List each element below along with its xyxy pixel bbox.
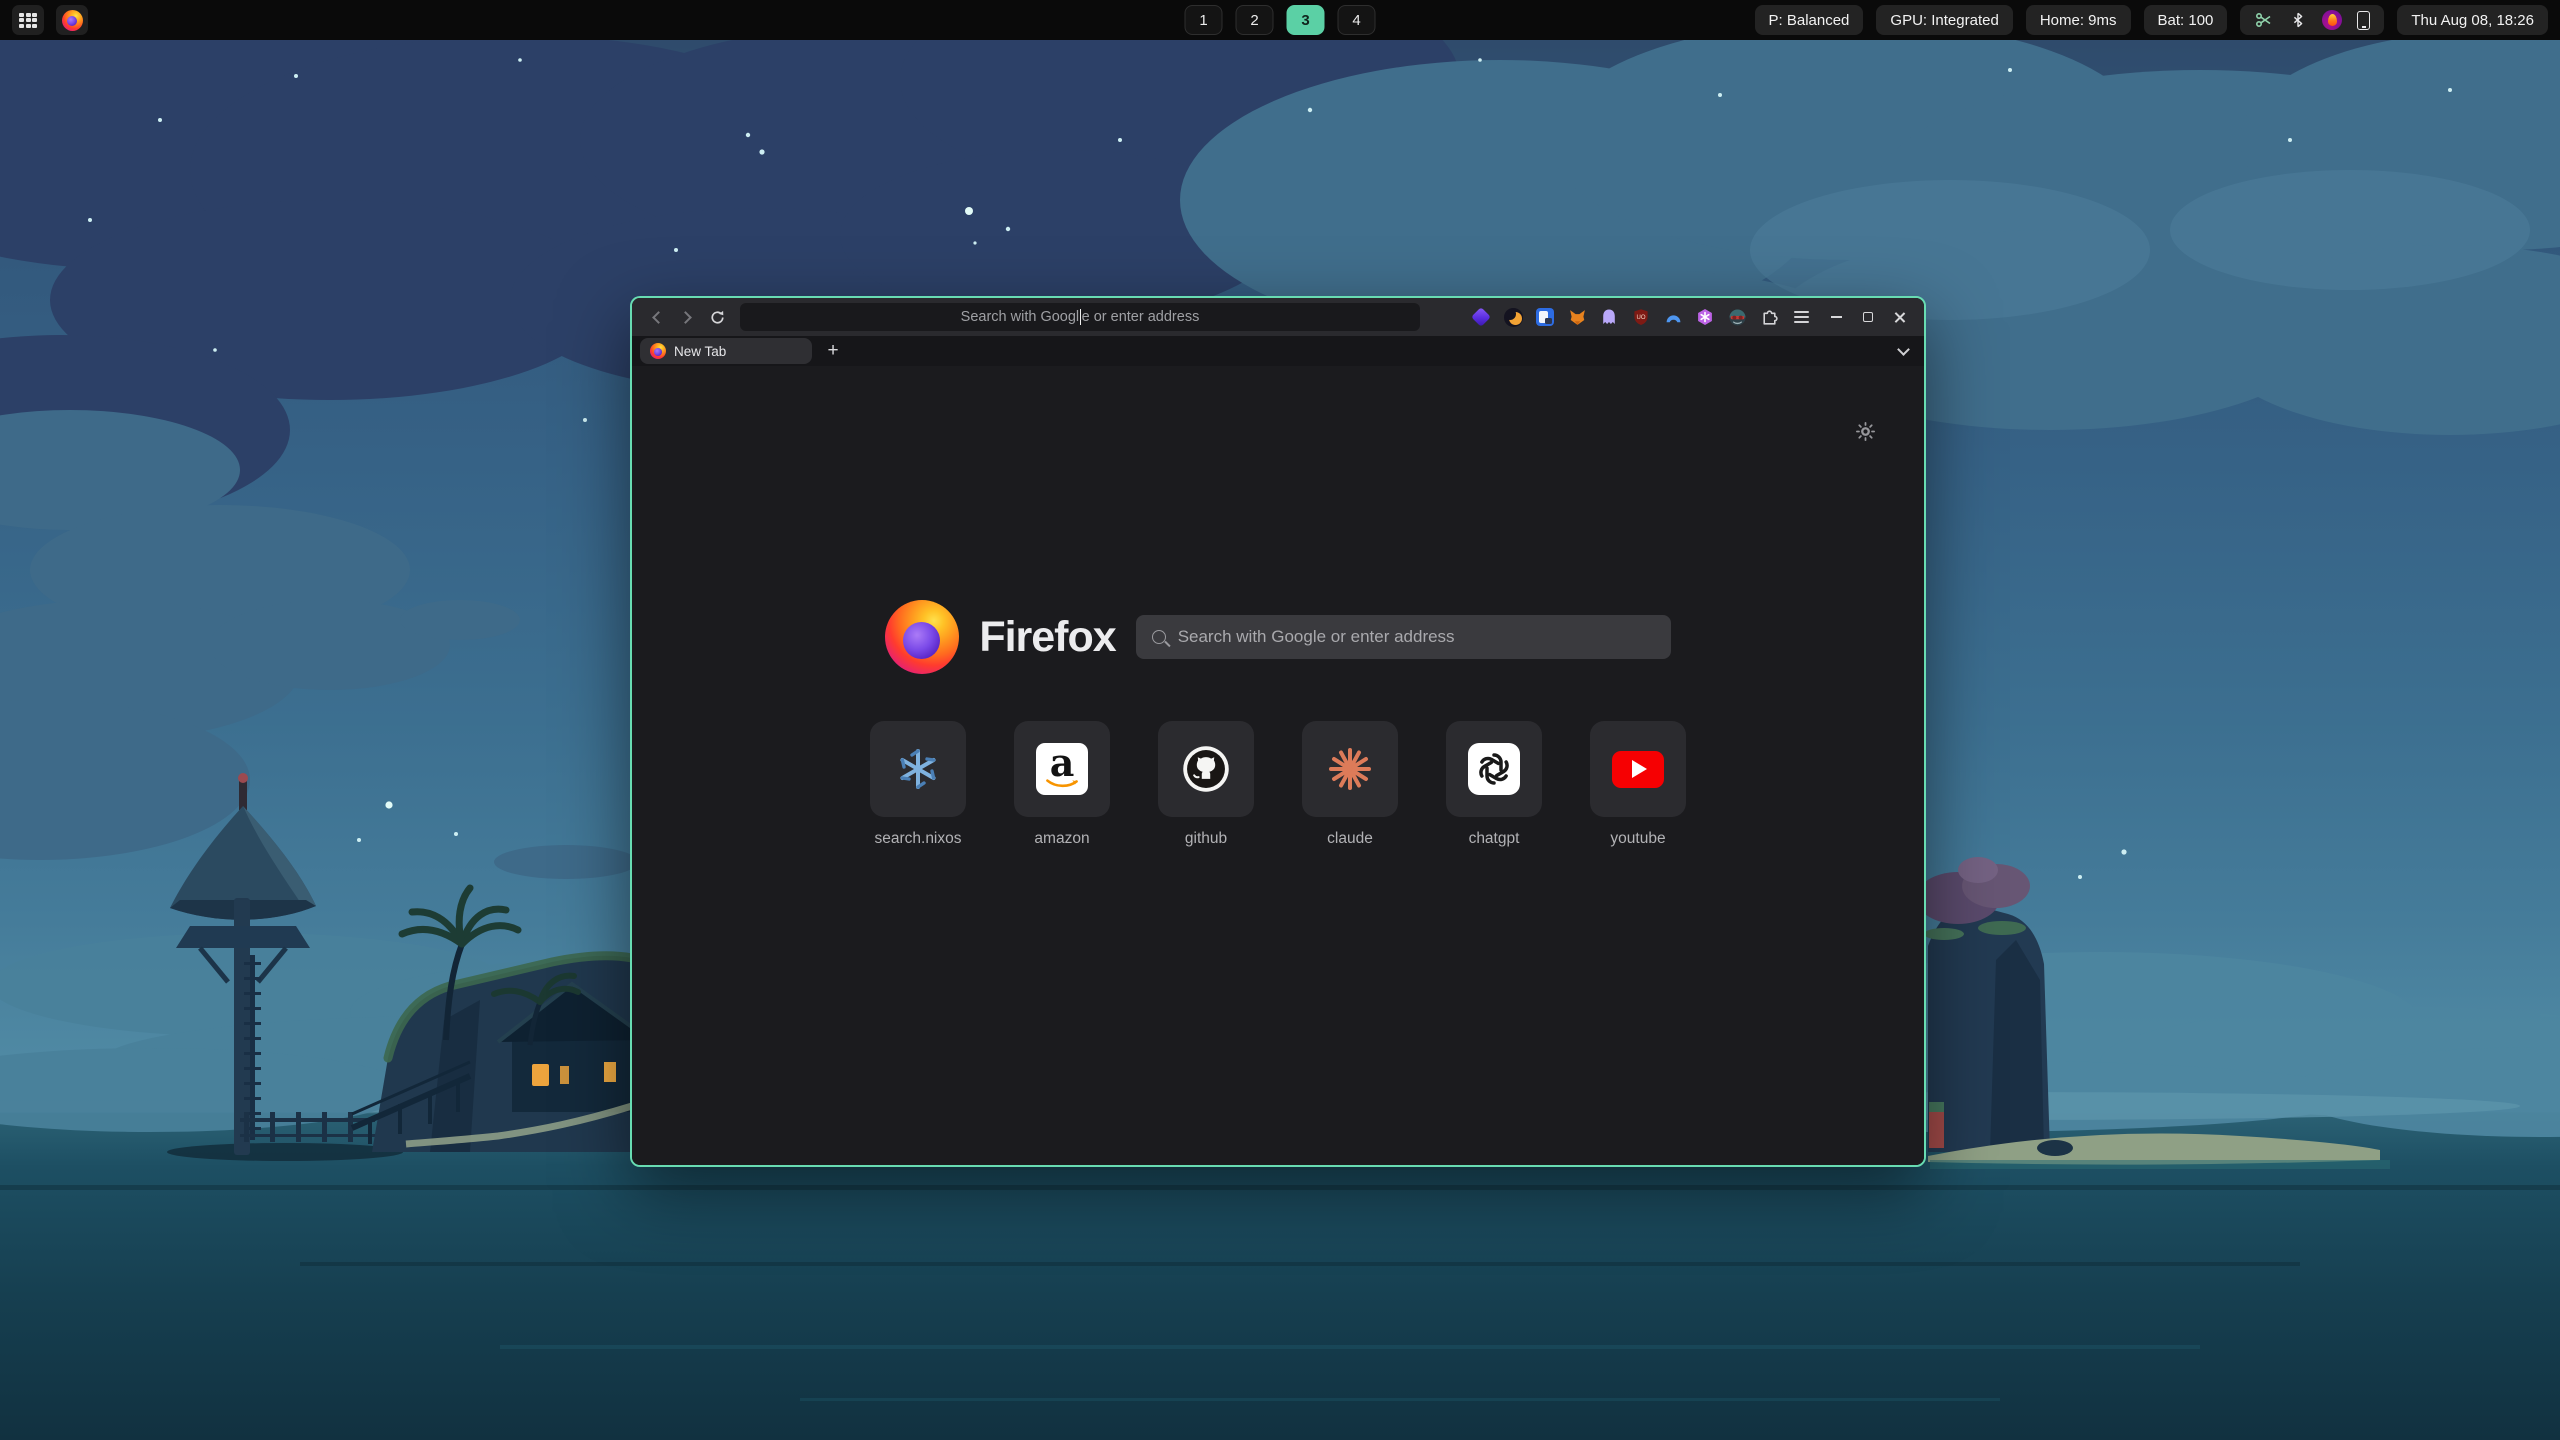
- shortcut-chatgpt[interactable]: chatgpt: [1446, 721, 1542, 848]
- shortcut-tiles: search.nixos a amazon: [870, 721, 1686, 848]
- hamburger-icon: [1794, 311, 1809, 322]
- chevron-down-icon: [1897, 343, 1910, 356]
- newtab-page: Firefox: [632, 366, 1924, 1165]
- shortcut-label: amazon: [1034, 830, 1089, 848]
- minimize-button[interactable]: [1822, 304, 1850, 330]
- url-placeholder-left: Search with Googl: [961, 309, 1079, 325]
- workspace-2[interactable]: 2: [1236, 5, 1274, 35]
- firefox-window: Search with Google or enter address UO: [630, 296, 1926, 1167]
- shortcut-claude[interactable]: claude: [1302, 721, 1398, 848]
- shortcut-label: chatgpt: [1469, 830, 1520, 848]
- shortcut-search-nixos[interactable]: search.nixos: [870, 721, 966, 848]
- tab-bar: New Tab +: [632, 336, 1924, 366]
- github-octocat-icon: [1180, 743, 1232, 795]
- ping-status: Home: 9ms: [2026, 5, 2131, 35]
- amazon-icon: a: [1036, 743, 1088, 795]
- workspace-3-active[interactable]: 3: [1287, 5, 1325, 35]
- url-bar[interactable]: Search with Google or enter address: [740, 303, 1420, 331]
- grid-icon: [19, 13, 37, 28]
- shortcut-youtube[interactable]: youtube: [1590, 721, 1686, 848]
- extensions-area: UO: [1470, 306, 1814, 328]
- flame-badge-icon[interactable]: [2322, 10, 2342, 30]
- firefox-logo: [885, 600, 959, 674]
- forward-button[interactable]: [672, 303, 702, 331]
- chatgpt-icon: [1468, 743, 1520, 795]
- search-icon: [1152, 630, 1166, 644]
- back-button[interactable]: [642, 303, 672, 331]
- newtab-search-bar[interactable]: [1136, 615, 1671, 659]
- phone-icon[interactable]: [2357, 11, 2370, 30]
- system-tray: [2240, 5, 2384, 35]
- url-placeholder-right: e or enter address: [1082, 309, 1200, 325]
- purple-hexagon-extension-icon[interactable]: [1694, 306, 1716, 328]
- ublock-shield-extension-icon[interactable]: UO: [1630, 306, 1652, 328]
- shortcut-github[interactable]: github: [1158, 721, 1254, 848]
- claude-starburst-icon: [1324, 743, 1376, 795]
- power-profile-status: P: Balanced: [1755, 5, 1864, 35]
- new-tab-button[interactable]: +: [820, 338, 846, 364]
- top-status-bar: 1 2 3 4 P: Balanced GPU: Integrated Home…: [0, 0, 2560, 40]
- window-controls: [1822, 304, 1914, 330]
- nixos-snowflake-icon: [892, 743, 944, 795]
- reload-icon: [708, 308, 727, 327]
- clock: Thu Aug 08, 18:26: [2397, 5, 2548, 35]
- svg-text:UO: UO: [1637, 315, 1646, 321]
- workspace-1[interactable]: 1: [1185, 5, 1223, 35]
- menu-button[interactable]: [1790, 306, 1812, 328]
- firefox-icon: [62, 10, 83, 31]
- firefox-wordmark: Firefox: [979, 613, 1115, 662]
- app-launcher-button[interactable]: [12, 5, 44, 35]
- password-vault-extension-icon[interactable]: [1534, 306, 1556, 328]
- back-icon: [652, 311, 665, 324]
- blue-arc-vpn-extension-icon[interactable]: [1662, 306, 1684, 328]
- firefox-brand-row: Firefox: [885, 600, 1670, 674]
- tab-new-tab[interactable]: New Tab: [640, 338, 812, 364]
- shortcut-label: github: [1185, 830, 1227, 848]
- gpu-status: GPU: Integrated: [1876, 5, 2012, 35]
- metamask-fox-extension-icon[interactable]: [1566, 306, 1588, 328]
- scissors-icon[interactable]: [2254, 10, 2274, 30]
- reload-button[interactable]: [702, 303, 732, 331]
- battery-status: Bat: 100: [2144, 5, 2228, 35]
- spy-face-extension-icon[interactable]: [1726, 306, 1748, 328]
- workspace-switcher: 1 2 3 4: [1185, 0, 1376, 40]
- tab-title: New Tab: [674, 344, 726, 359]
- newtab-search-input[interactable]: [1178, 627, 1655, 647]
- maximize-button[interactable]: [1854, 304, 1882, 330]
- browser-toolbar: Search with Google or enter address UO: [632, 298, 1924, 336]
- shortcut-label: search.nixos: [874, 830, 961, 848]
- workspace-4[interactable]: 4: [1338, 5, 1376, 35]
- gear-icon: [1855, 421, 1876, 442]
- list-all-tabs-button[interactable]: [1890, 338, 1916, 364]
- extensions-puzzle-icon[interactable]: [1758, 306, 1780, 328]
- shortcut-label: youtube: [1610, 830, 1665, 848]
- firefox-launcher-button[interactable]: [56, 5, 88, 35]
- personalize-settings-button[interactable]: [1850, 416, 1880, 446]
- bluetooth-icon[interactable]: [2289, 11, 2307, 29]
- close-button[interactable]: [1886, 304, 1914, 330]
- dark-reader-extension-icon[interactable]: [1502, 306, 1524, 328]
- purple-gem-extension-icon[interactable]: [1470, 306, 1492, 328]
- shortcut-label: claude: [1327, 830, 1373, 848]
- tab-favicon-firefox-icon: [650, 343, 666, 359]
- shortcut-amazon[interactable]: a amazon: [1014, 721, 1110, 848]
- ghostery-ghost-extension-icon[interactable]: [1598, 306, 1620, 328]
- youtube-icon: [1612, 751, 1664, 788]
- forward-icon: [679, 311, 692, 324]
